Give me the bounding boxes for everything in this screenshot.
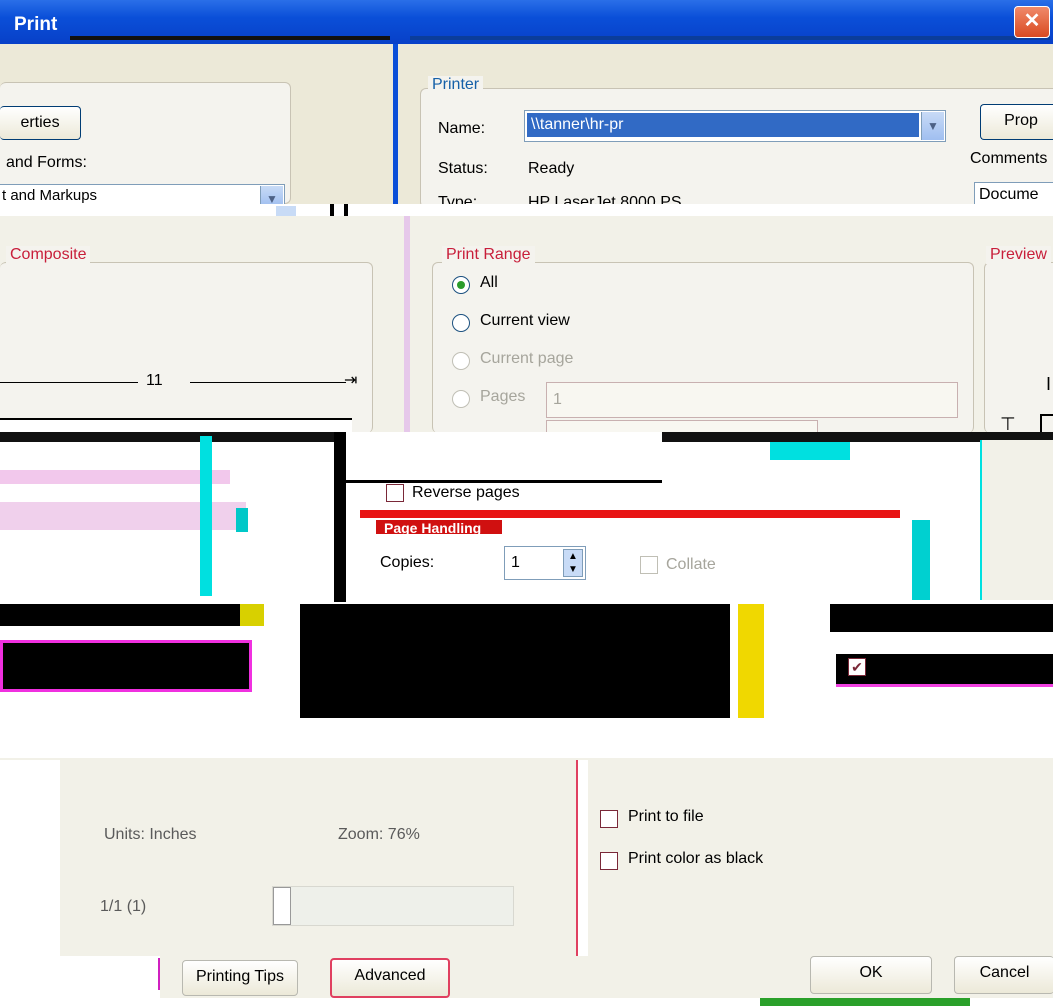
- forms-select-value: t and Markups: [2, 187, 98, 204]
- render-artifact: [830, 604, 1053, 632]
- reverse-pages-label: Reverse pages: [412, 484, 520, 501]
- render-artifact: [770, 442, 850, 460]
- forms-label: and Forms:: [6, 154, 87, 171]
- advanced-button[interactable]: Advanced: [330, 958, 450, 998]
- copies-spinner[interactable]: 1 ▲ ▼: [504, 546, 586, 580]
- chevron-down-icon: ▼: [921, 112, 944, 140]
- print-color-as-black-checkbox[interactable]: [600, 852, 618, 870]
- render-artifact: [334, 432, 346, 602]
- comments-label: Comments: [970, 150, 1048, 167]
- printer-legend: Printer: [428, 76, 484, 94]
- render-artifact: [0, 956, 160, 1000]
- slider-thumb[interactable]: [273, 887, 291, 925]
- radio-pages[interactable]: [452, 390, 470, 408]
- render-artifact: [200, 436, 212, 596]
- dimension-line: [0, 382, 138, 383]
- divider: [576, 760, 588, 956]
- render-artifact: [0, 640, 252, 692]
- render-artifact: [0, 604, 240, 626]
- render-artifact: [410, 36, 1050, 40]
- print-to-file-checkbox[interactable]: [600, 810, 618, 828]
- composite-legend: Composite: [6, 246, 91, 264]
- pages-input-value: 1: [553, 391, 562, 408]
- page-slider[interactable]: [272, 886, 514, 926]
- render-artifact: [360, 510, 900, 518]
- dimension-line: [190, 382, 346, 383]
- preview-legend: Preview: [986, 246, 1051, 264]
- render-artifact: [836, 654, 1053, 687]
- render-artifact: [236, 508, 248, 532]
- radio-current-view-label: Current view: [480, 312, 570, 329]
- arrow-right-icon: ⇥: [344, 372, 358, 389]
- render-artifact: [980, 440, 1053, 600]
- radio-current-page-label: Current page: [480, 350, 574, 367]
- render-artifact: [0, 204, 1053, 216]
- spinner-arrows-icon[interactable]: ▲ ▼: [563, 549, 583, 577]
- pages-input[interactable]: 1: [546, 382, 958, 418]
- printer-name-value: \\tanner\hr-pr: [527, 113, 919, 137]
- preview-group: [984, 262, 1053, 433]
- option-checkbox-checked[interactable]: ✔: [848, 658, 866, 676]
- cancel-button[interactable]: Cancel: [954, 956, 1053, 994]
- printer-name-select[interactable]: \\tanner\hr-pr ▼: [524, 110, 946, 142]
- page-counter: 1/1 (1): [100, 898, 147, 915]
- printer-name-label: Name:: [438, 120, 486, 137]
- render-artifact: [346, 432, 662, 483]
- collate-label: Collate: [666, 556, 716, 573]
- radio-all-label: All: [480, 274, 498, 291]
- printer-status-label: Status:: [438, 160, 488, 177]
- radio-all[interactable]: [452, 276, 470, 294]
- render-artifact: [0, 718, 1053, 758]
- composite-width-label: 11: [146, 372, 163, 389]
- printer-properties-button[interactable]: Prop: [980, 104, 1053, 140]
- window-title: Print: [14, 14, 58, 35]
- render-artifact: [276, 206, 296, 216]
- page-handling-legend: Page Handling: [384, 520, 482, 536]
- divider: [393, 44, 398, 214]
- render-artifact: [300, 604, 730, 720]
- divider: [404, 216, 410, 432]
- properties-button-left[interactable]: erties: [0, 106, 81, 140]
- composite-group: [0, 262, 373, 433]
- radio-pages-label: Pages: [480, 388, 526, 405]
- printing-tips-button[interactable]: Printing Tips: [182, 960, 298, 996]
- copies-value: 1: [511, 554, 520, 571]
- radio-current-page[interactable]: [452, 352, 470, 370]
- close-button[interactable]: ✕: [1014, 6, 1050, 38]
- printer-status-value: Ready: [528, 160, 575, 177]
- print-range-legend: Print Range: [442, 246, 535, 264]
- copies-label: Copies:: [380, 554, 435, 571]
- render-artifact: [70, 36, 390, 40]
- print-to-file-label: Print to file: [628, 808, 704, 825]
- render-artifact: [0, 470, 230, 484]
- printer-group: [420, 88, 1053, 208]
- ok-button[interactable]: OK: [810, 956, 932, 994]
- render-artifact: [158, 958, 160, 990]
- render-artifact: [912, 520, 930, 600]
- preview-ruler-mark: I: [1046, 374, 1052, 394]
- render-artifact: [240, 604, 264, 626]
- render-artifact: [760, 998, 970, 1006]
- radio-current-view[interactable]: [452, 314, 470, 332]
- chevron-down-icon: ▼: [260, 186, 283, 206]
- zoom-label: Zoom: 76%: [338, 826, 420, 843]
- comments-value: Docume: [979, 186, 1039, 203]
- collate-checkbox[interactable]: [640, 556, 658, 574]
- print-color-as-black-label: Print color as black: [628, 850, 764, 867]
- render-artifact: [0, 760, 60, 960]
- render-artifact: [738, 604, 764, 720]
- reverse-pages-checkbox[interactable]: [386, 484, 404, 502]
- units-label: Units: Inches: [104, 826, 197, 843]
